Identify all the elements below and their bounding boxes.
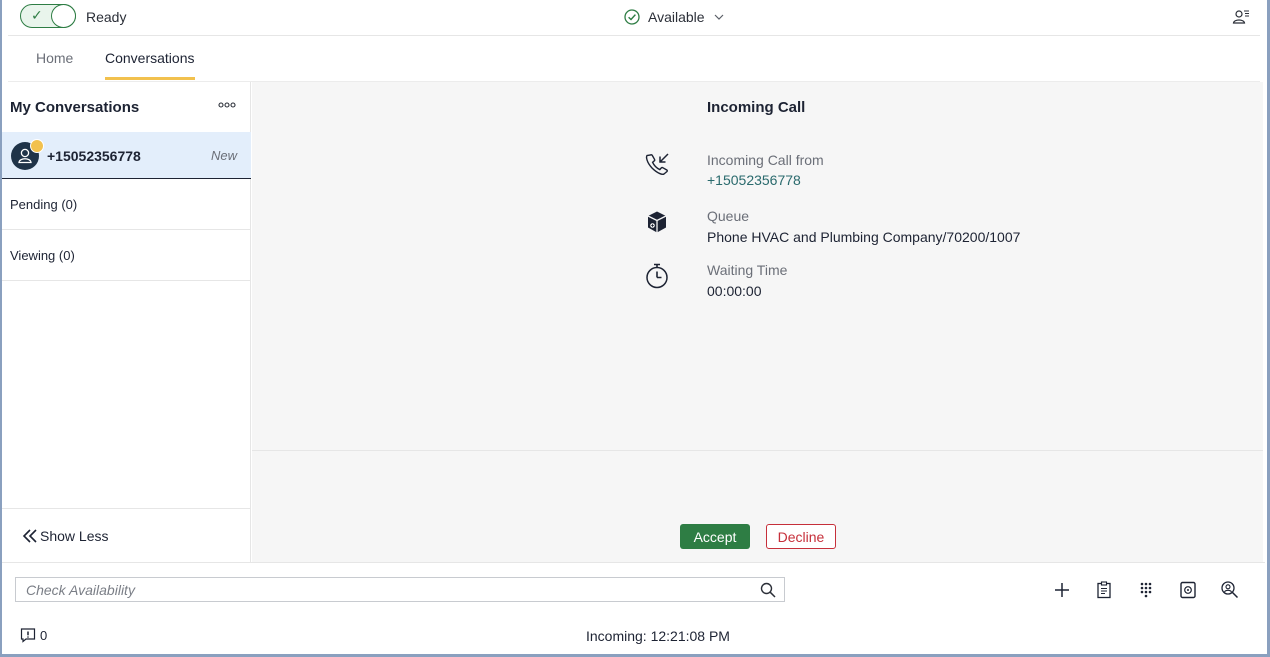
chevron-down-icon	[714, 14, 723, 20]
tab-conversations-label: Conversations	[105, 50, 195, 66]
double-chevron-left-icon	[22, 529, 37, 543]
conversation-number: +15052356778	[47, 148, 141, 164]
sidebar-item-viewing[interactable]: Viewing (0)	[2, 230, 251, 281]
ready-label: Ready	[86, 9, 127, 25]
incoming-from-label: Incoming Call from	[707, 152, 824, 168]
queue-label: Queue	[707, 208, 750, 224]
conversation-status-tag: New	[210, 148, 237, 163]
incoming-call-panel: Incoming Call Incoming Call from +150523…	[252, 82, 1263, 562]
contact-book-icon[interactable]	[1178, 580, 1198, 600]
tab-conversations[interactable]: Conversations	[105, 50, 195, 80]
bottom-toolbar: 0 Incoming: 12:21:08 PM	[2, 562, 1265, 654]
stopwatch-icon	[646, 263, 668, 289]
availability-label: Available	[648, 9, 705, 25]
check-availability-search	[15, 577, 785, 602]
queue-value: Phone HVAC and Plumbing Company/70200/10…	[707, 229, 1021, 245]
pending-label: Pending (0)	[10, 197, 78, 212]
sidebar-item-pending[interactable]: Pending (0)	[2, 179, 251, 230]
dialpad-icon[interactable]	[1136, 580, 1156, 600]
add-icon[interactable]	[1052, 580, 1072, 600]
conversations-sidebar: My Conversations +15052356778 New Pendin…	[2, 82, 251, 562]
show-less-button[interactable]: Show Less	[2, 508, 251, 562]
conversation-item[interactable]: +15052356778 New	[2, 132, 251, 179]
viewing-label: Viewing (0)	[10, 248, 75, 263]
notifications-indicator[interactable]: 0	[20, 627, 47, 643]
search-icon[interactable]	[760, 582, 776, 598]
incoming-call-icon	[645, 153, 669, 175]
show-less-label: Show Less	[40, 528, 109, 544]
panel-title: Incoming Call	[707, 99, 806, 116]
check-circle-icon	[624, 9, 640, 25]
tab-home[interactable]: Home	[36, 50, 73, 66]
call-status-text: Incoming: 12:21:08 PM	[586, 628, 730, 644]
toggle-knob	[51, 4, 76, 28]
active-tab-indicator	[105, 77, 195, 80]
waiting-time-value: 00:00:00	[707, 283, 762, 299]
check-availability-input[interactable]	[16, 578, 756, 601]
decline-button[interactable]: Decline	[766, 524, 836, 549]
phone-badge-icon	[30, 139, 44, 153]
sidebar-title: My Conversations	[10, 99, 140, 116]
accept-button[interactable]: Accept	[680, 524, 750, 549]
alert-message-icon	[20, 628, 36, 643]
avatar	[11, 139, 44, 170]
more-options-icon[interactable]	[218, 100, 236, 110]
availability-dropdown[interactable]: Available	[624, 7, 725, 27]
tab-bar: Home Conversations	[8, 36, 1260, 82]
clipboard-icon[interactable]	[1094, 580, 1114, 600]
waiting-time-label: Waiting Time	[707, 262, 788, 278]
user-search-icon[interactable]	[1220, 580, 1240, 600]
user-list-icon[interactable]	[1232, 8, 1250, 26]
panel-divider	[252, 450, 1263, 451]
notification-count: 0	[40, 627, 48, 643]
check-icon: ✓	[31, 7, 43, 23]
ready-toggle[interactable]: ✓	[20, 4, 76, 28]
top-bar: ✓ Ready Available	[8, 0, 1260, 36]
caller-number-link[interactable]: +15052356778	[707, 172, 801, 188]
queue-box-icon	[647, 211, 667, 233]
